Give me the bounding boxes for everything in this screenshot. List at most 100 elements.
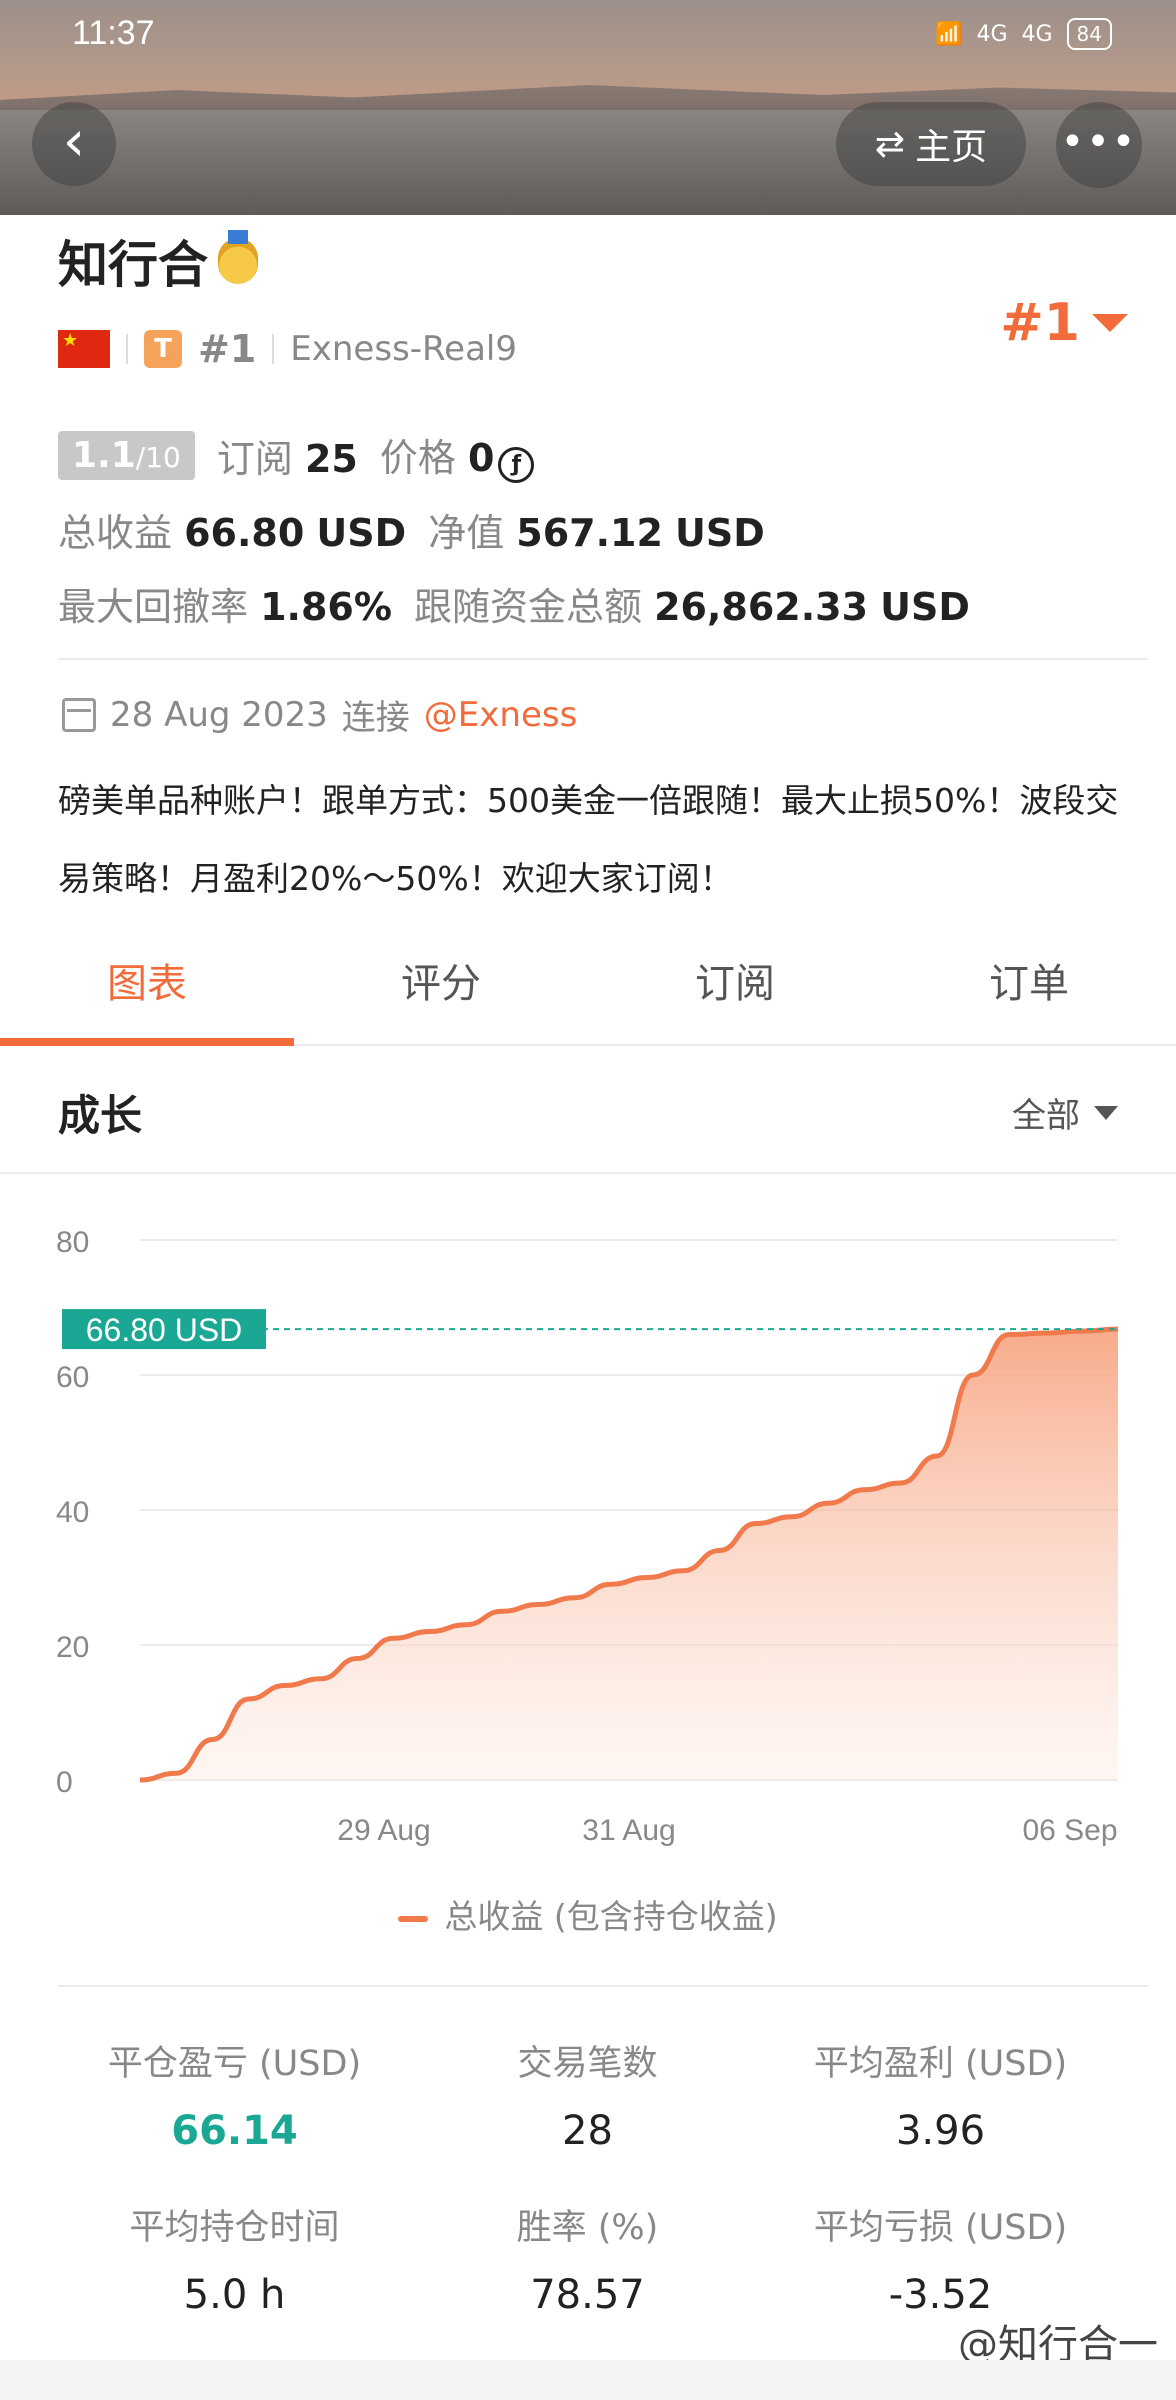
battery-icon: 84 <box>1066 18 1112 50</box>
stats-block: 1.1/10 订阅 25 价格 0ƒ 总收益 66.80 USD 净值 567.… <box>58 418 1148 640</box>
trader-name: 知行合 <box>58 236 208 294</box>
metric-closed-pnl: 平仓盈亏 (USD) 66.14 <box>58 2035 411 2154</box>
metric-label: 平均亏损 (USD) <box>813 2208 1068 2248</box>
strategy-description: 磅美单品种账户！跟单方式：500美金一倍跟随！最大止损50%！波段交易策略！月盈… <box>58 781 1119 898</box>
metric-label: 平仓盈亏 (USD) <box>107 2044 362 2084</box>
tab-subscription[interactable]: 订阅 <box>588 930 882 1044</box>
tab-orders[interactable]: 订单 <box>882 930 1176 1044</box>
switch-icon: ⇄ <box>874 123 906 165</box>
home-button[interactable]: ⇄ 主页 <box>836 102 1026 186</box>
more-button[interactable]: ••• <box>1056 102 1142 188</box>
gold-medal-icon <box>218 230 258 284</box>
connect-info: 28 Aug 2023 连接 @Exness <box>62 690 577 739</box>
range-filter-label: 全部 <box>1012 1096 1080 1136</box>
metric-value: 5.0 h <box>183 2272 286 2318</box>
back-button[interactable]: ‹ <box>32 102 116 186</box>
y-tick-label: 20 <box>56 1631 89 1664</box>
more-dots-icon: ••• <box>1060 119 1138 165</box>
metric-value: 78.57 <box>530 2272 645 2318</box>
tab-rating[interactable]: 评分 <box>294 930 588 1044</box>
trader-name-row: 知行合 <box>58 225 1128 297</box>
metric-avg-loss: 平均亏损 (USD) -3.52 <box>764 2199 1117 2318</box>
status-time: 11:37 <box>72 14 155 52</box>
divider <box>126 334 128 364</box>
x-tick-label: 06 Sep <box>1022 1814 1117 1847</box>
drawdown-stat: 最大回撤率 1.86% <box>58 576 392 631</box>
caret-down-icon <box>1094 1105 1118 1120</box>
current-value-label: 66.80 USD <box>86 1312 243 1348</box>
legend-label: 总收益 (包含持仓收益) <box>444 1897 778 1936</box>
broker-link[interactable]: @Exness <box>424 695 578 735</box>
metric-value: 66.14 <box>171 2108 298 2154</box>
y-tick-label: 80 <box>56 1226 89 1259</box>
stats-row-2: 总收益 66.80 USD 净值 567.12 USD <box>58 492 1148 566</box>
rank-dropdown[interactable]: #1 <box>1000 293 1128 353</box>
metric-label: 平均持仓时间 <box>129 2208 340 2248</box>
follow-funds-unit: USD <box>880 584 970 629</box>
network-1-icon: 4G <box>976 21 1008 47</box>
coin-icon: ƒ <box>498 447 535 483</box>
tab-chart[interactable]: 图表 <box>0 930 294 1046</box>
follow-funds-value: 26,862.33 <box>654 584 869 629</box>
total-profit-value: 66.80 <box>184 510 305 555</box>
score-badge: 1.1/10 <box>58 430 195 480</box>
total-profit-label: 总收益 <box>58 510 173 555</box>
range-filter[interactable]: 全部 <box>1012 1088 1118 1137</box>
equity-stat: 净值 567.12 USD <box>428 502 765 557</box>
status-bar: 11:37 📶 4G 4G 84 <box>0 14 1176 64</box>
status-icons: 📶 4G 4G 84 <box>935 18 1112 50</box>
series-area <box>140 1329 1118 1780</box>
metric-label: 交易笔数 <box>517 2044 658 2084</box>
metric-value: 28 <box>562 2108 613 2154</box>
chart-legend[interactable]: 总收益 (包含持仓收益) <box>0 1890 1176 1938</box>
calendar-icon <box>62 697 96 732</box>
metric-label: 胜率 (%) <box>516 2208 659 2248</box>
drawdown-value: 1.86% <box>260 584 392 629</box>
tab-bar: 图表 评分 订阅 订单 <box>0 930 1176 1046</box>
home-label: 主页 <box>915 127 988 168</box>
metric-value: 3.96 <box>895 2108 986 2154</box>
y-tick-label: 0 <box>56 1766 73 1799</box>
metric-avg-hold-time: 平均持仓时间 5.0 h <box>58 2199 411 2318</box>
network-2-icon: 4G <box>1021 21 1053 47</box>
price-label: 价格 <box>379 436 456 480</box>
back-arrow-icon: ‹ <box>62 109 86 174</box>
y-tick-label: 60 <box>56 1361 89 1394</box>
x-tick-label: 29 Aug <box>337 1814 430 1847</box>
growth-section-header: 成长 全部 <box>0 1048 1176 1174</box>
equity-value: 567.12 <box>516 510 663 555</box>
follow-funds-stat: 跟随资金总额 26,862.33 USD <box>414 576 970 631</box>
growth-chart-svg: 0 20 40 60 80 66.80 USD 29 Aug 31 Aug 06 Sep <box>56 1226 1119 1847</box>
bottom-bar <box>0 2360 1176 2400</box>
metric-label: 平均盈利 (USD) <box>813 2044 1068 2084</box>
score-max: /10 <box>135 440 181 474</box>
t-badge-icon: T <box>144 330 182 368</box>
legend-swatch <box>398 1915 429 1922</box>
rank-small: #1 <box>198 327 257 371</box>
follow-funds-label: 跟随资金总额 <box>413 584 642 629</box>
equity-label: 净值 <box>428 510 505 555</box>
connect-verb: 连接 <box>341 698 410 738</box>
section-title: 成长 <box>58 1091 143 1140</box>
total-profit-stat: 总收益 66.80 USD <box>58 502 406 557</box>
connect-date: 28 Aug 2023 <box>110 694 328 735</box>
score-main: 1.1 <box>72 434 136 476</box>
china-flag-icon <box>58 330 110 368</box>
growth-chart: 0 20 40 60 80 66.80 USD 29 Aug 31 Aug 06 Sep <box>0 1180 1176 1880</box>
rank-big-label: #1 <box>1000 293 1080 353</box>
x-tick-label: 31 Aug <box>582 1814 675 1847</box>
metric-win-rate: 胜率 (%) 78.57 <box>411 2199 764 2318</box>
divider <box>272 334 275 364</box>
stats-row-1: 1.1/10 订阅 25 价格 0ƒ <box>58 418 1148 492</box>
subscribe-label: 订阅 <box>216 436 293 481</box>
caret-down-icon <box>1092 314 1128 332</box>
divider <box>58 658 1148 660</box>
profile-section: 知行合 T #1 Exness-Real9 #1 <box>58 225 1128 371</box>
server-name: Exness-Real9 <box>290 329 517 369</box>
total-profit-unit: USD <box>316 510 407 555</box>
y-tick-label: 40 <box>56 1496 89 1529</box>
equity-unit: USD <box>675 510 765 555</box>
subscribe-value: 25 <box>304 436 358 481</box>
price-value: 0 <box>467 436 495 480</box>
stats-row-3: 最大回撤率 1.86% 跟随资金总额 26,862.33 USD <box>58 566 1148 640</box>
